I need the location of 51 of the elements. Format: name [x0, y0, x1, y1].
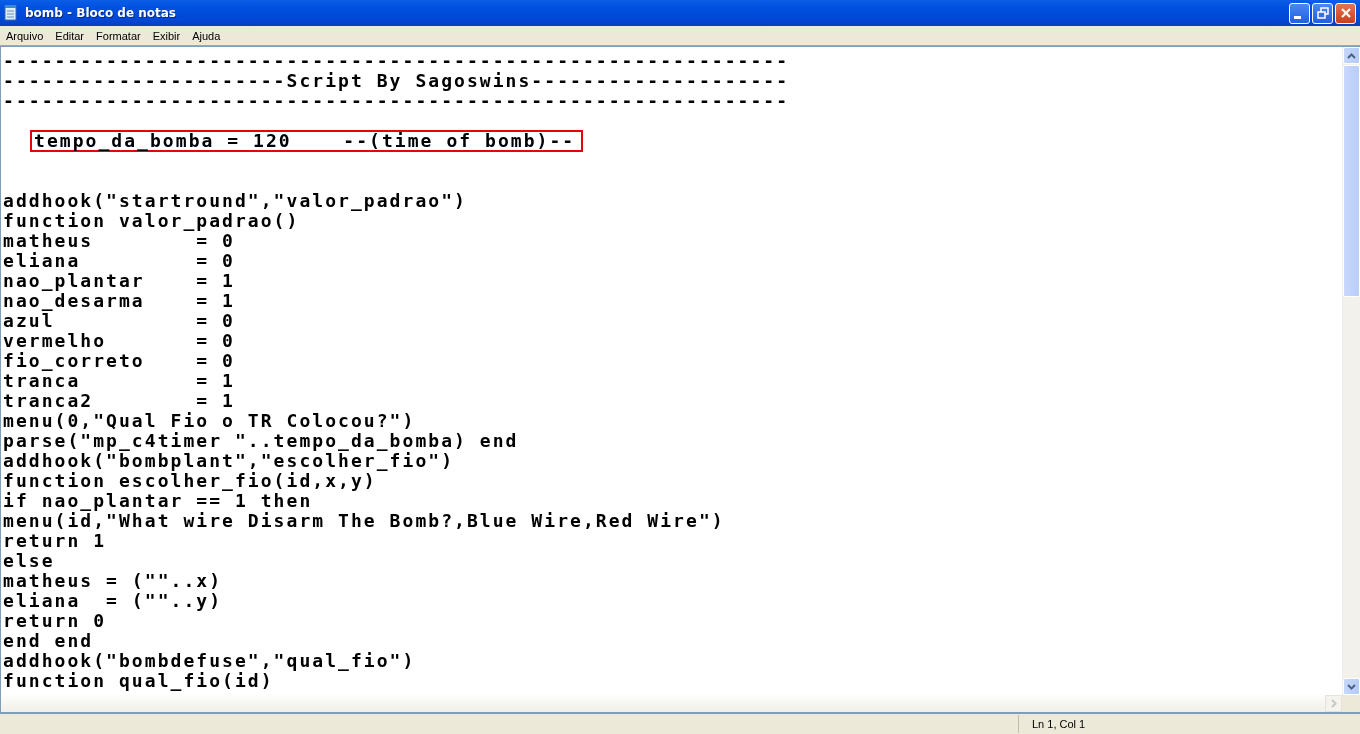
- code-line: tranca2 = 1: [3, 391, 235, 411]
- code-line: azul = 0: [3, 311, 235, 331]
- chevron-up-icon: [1347, 52, 1356, 59]
- minimize-icon: [1294, 15, 1301, 19]
- code-line: return 1: [3, 531, 107, 551]
- horizontal-scrollbar[interactable]: [1, 695, 1342, 712]
- code-line: addhook("bombdefuse","qual_fio"): [3, 651, 416, 671]
- menu-item[interactable]: Arquivo: [0, 29, 50, 42]
- notepad-icon: [3, 4, 19, 22]
- code-line: function escolher_fio(id,x,y): [3, 471, 377, 491]
- code-line: parse("mp_c4timer "..tempo_da_bomba) end: [3, 431, 519, 451]
- chevron-down-icon: [1347, 683, 1356, 690]
- code-line: ----------------------Script By Sagoswins--------------------: [3, 71, 790, 91]
- menu-item[interactable]: Exibir: [146, 29, 187, 42]
- code-line: tranca = 1: [3, 371, 235, 391]
- code-line: menu(id,"What wire Disarm The Bomb?,Blue Wire,Red Wire"): [3, 511, 725, 531]
- code-line: menu(0,"Qual Fio o TR Colocou?"): [3, 411, 416, 431]
- menu-item[interactable]: Ajuda: [186, 29, 227, 42]
- code-line: return 0: [3, 611, 107, 631]
- code-line: end end: [3, 631, 94, 651]
- code-line: matheus = 0: [3, 231, 235, 251]
- minimize-button[interactable]: [1289, 2, 1310, 24]
- code-line: eliana = 0: [3, 251, 235, 271]
- restore-button[interactable]: [1312, 2, 1333, 24]
- code-line: -------------------------------------------------------------: [3, 51, 790, 71]
- code-line: addhook("bombplant","escolher_fio"): [3, 451, 455, 471]
- vertical-scrollbar[interactable]: [1342, 47, 1360, 695]
- menu-item[interactable]: Formatar: [90, 29, 147, 42]
- code-line: addhook("startround","valor_padrao"): [3, 191, 467, 211]
- code-line: function qual_fio(id): [3, 671, 274, 691]
- close-icon: [1339, 7, 1352, 19]
- cursor-position: Ln 1, Col 1: [1031, 718, 1086, 730]
- restore-icon: [1316, 7, 1329, 19]
- code-line: nao_plantar = 1: [3, 271, 235, 291]
- scrollbar-corner: [1342, 695, 1360, 712]
- code-line: vermelho = 0: [3, 331, 235, 351]
- code-line: -------------------------------------------------------------: [3, 91, 790, 111]
- code-line: eliana = (""..y): [3, 591, 223, 611]
- code-line: function valor_padrao(): [3, 211, 300, 231]
- code-line: else: [3, 551, 55, 571]
- code-line: matheus = (""..x): [3, 571, 223, 591]
- scroll-down-button[interactable]: [1343, 678, 1360, 695]
- menu-item[interactable]: Editar: [49, 29, 91, 42]
- code-line: fio_correto = 0: [3, 351, 235, 371]
- code-line: nao_desarma = 1: [3, 291, 235, 311]
- scroll-up-button[interactable]: [1343, 47, 1360, 64]
- code-line: if nao_plantar == 1 then: [3, 491, 313, 511]
- close-button[interactable]: [1335, 2, 1356, 24]
- chevron-right-icon: [1330, 699, 1337, 708]
- window-title: bomb - Bloco de notas: [25, 6, 177, 20]
- scroll-thumb[interactable]: [1343, 65, 1360, 297]
